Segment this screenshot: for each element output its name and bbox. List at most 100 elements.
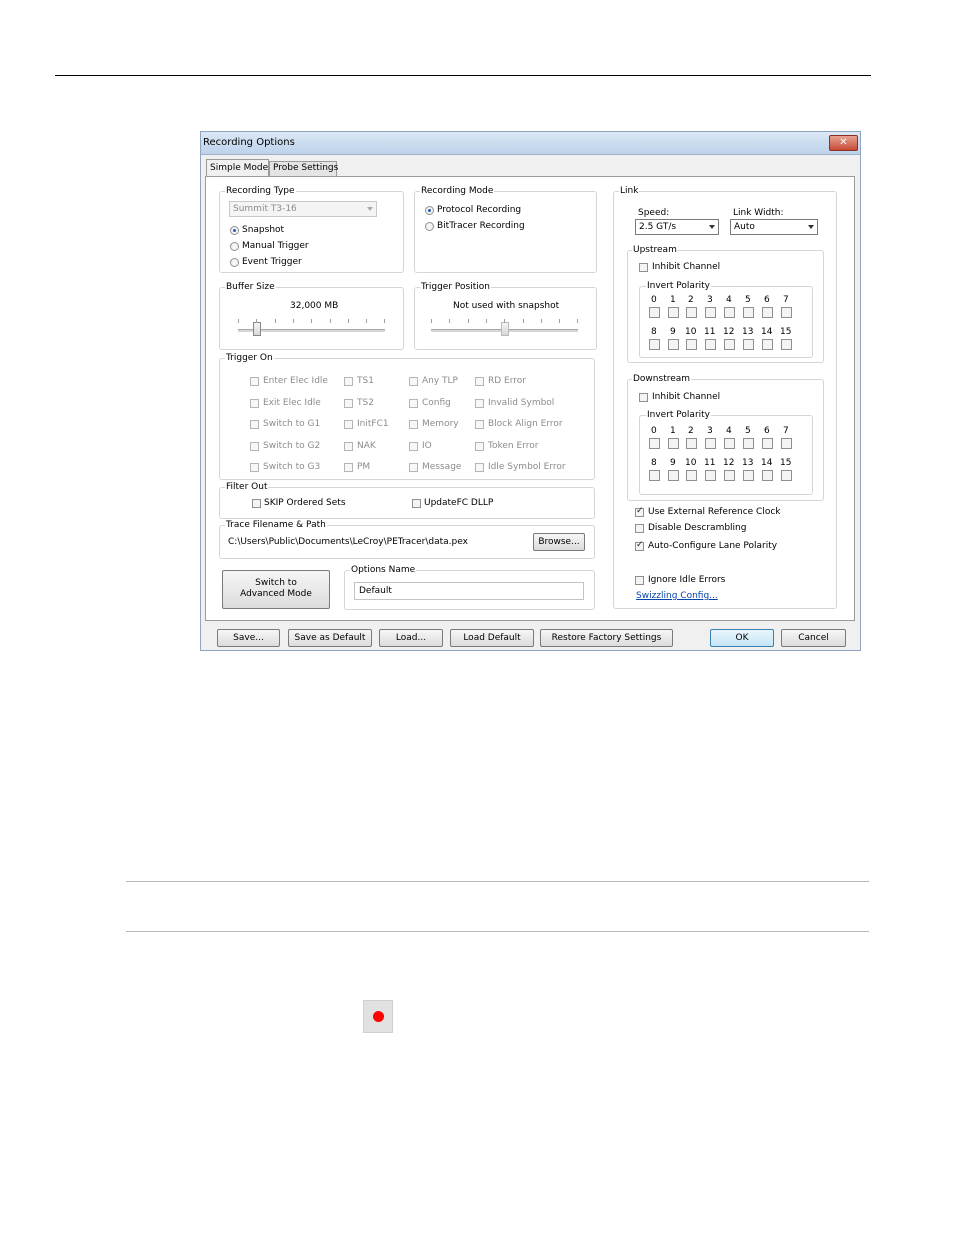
upstream-lane-1-checkbox[interactable] <box>668 307 679 318</box>
invalid-symbol-label: Invalid Symbol <box>488 397 555 408</box>
downstream-lane-11-checkbox[interactable] <box>705 470 716 481</box>
switch-to-g1-checkbox[interactable] <box>250 420 259 430</box>
save-as-default-button[interactable]: Save as Default <box>288 629 372 647</box>
switch-to-g3-checkbox[interactable] <box>250 463 259 473</box>
page-rule-1 <box>126 881 869 882</box>
upstream-lane-9-checkbox[interactable] <box>668 339 679 350</box>
upstream-lane-10-checkbox[interactable] <box>686 339 697 350</box>
downstream-lane-5-checkbox[interactable] <box>743 438 754 449</box>
upstream-lane-5-checkbox[interactable] <box>743 307 754 318</box>
downstream-lane-0-checkbox[interactable] <box>649 438 660 449</box>
swizzling-config-link[interactable]: Swizzling Config... <box>636 591 718 601</box>
downstream-lane-4-checkbox[interactable] <box>724 438 735 449</box>
downstream-lane-12-checkbox[interactable] <box>724 470 735 481</box>
upstream-lane-15-checkbox[interactable] <box>781 339 792 350</box>
snapshot-radio[interactable] <box>230 226 239 235</box>
downstream-lane-10-checkbox[interactable] <box>686 470 697 481</box>
buffer-size-tick <box>347 319 349 323</box>
upstream-lane-0-checkbox[interactable] <box>649 307 660 318</box>
restore-factory-settings-button[interactable]: Restore Factory Settings <box>540 629 673 647</box>
upstream-lane-11-label: 11 <box>704 327 716 337</box>
any-tlp-checkbox[interactable] <box>409 377 418 386</box>
auto-configure-polarity-checkbox[interactable] <box>635 540 644 551</box>
ts2-checkbox[interactable] <box>344 398 353 408</box>
upstream-lane-0-label: 0 <box>651 295 657 305</box>
save-button[interactable]: Save... <box>217 629 280 647</box>
pm-checkbox[interactable] <box>344 463 353 473</box>
tab-simple-mode[interactable]: Simple Mode <box>206 159 269 176</box>
ok-button[interactable]: OK <box>710 629 774 647</box>
recording-options-dialog: Recording Options ✕ Simple Mode Probe Se… <box>200 131 861 651</box>
upstream-lane-12-checkbox[interactable] <box>724 339 735 350</box>
memory-label: Memory <box>422 419 459 430</box>
speed-select[interactable]: 2.5 GT/s <box>635 219 719 235</box>
enter-elec-idle-checkbox[interactable] <box>250 377 259 386</box>
link-width-select[interactable]: Auto <box>730 219 818 235</box>
downstream-lane-14-checkbox[interactable] <box>762 470 773 481</box>
block-align-error-checkbox[interactable] <box>475 420 484 430</box>
initfc1-checkbox[interactable] <box>344 420 353 430</box>
ts1-checkbox[interactable] <box>344 377 353 386</box>
buffer-size-slider[interactable] <box>253 322 262 336</box>
load-button[interactable]: Load... <box>379 629 443 647</box>
use-external-clock-checkbox[interactable] <box>635 506 644 517</box>
config-checkbox[interactable] <box>409 398 418 408</box>
upstream-lane-4-checkbox[interactable] <box>724 307 735 318</box>
close-button[interactable]: ✕ <box>829 135 858 151</box>
downstream-lane-3-checkbox[interactable] <box>705 438 716 449</box>
ts2-label: TS2 <box>357 397 374 408</box>
io-checkbox[interactable] <box>409 441 418 451</box>
upstream-lane-14-checkbox[interactable] <box>762 339 773 350</box>
manual-trigger-radio[interactable] <box>230 242 239 251</box>
any-tlp-label: Any TLP <box>422 376 458 386</box>
protocol-recording-radio[interactable] <box>425 206 434 215</box>
nak-checkbox[interactable] <box>344 441 353 451</box>
event-trigger-radio[interactable] <box>230 258 239 267</box>
manual-trigger-label: Manual Trigger <box>242 241 309 251</box>
downstream-lane-14-label: 14 <box>761 458 773 468</box>
exit-elec-idle-checkbox[interactable] <box>250 398 259 408</box>
upstream-lane-13-checkbox[interactable] <box>743 339 754 350</box>
downstream-lane-7-checkbox[interactable] <box>781 438 792 449</box>
memory-checkbox[interactable] <box>409 420 418 430</box>
trigger-on-label: Trigger On <box>225 353 274 363</box>
ignore-idle-errors-checkbox[interactable] <box>635 576 644 585</box>
cancel-button[interactable]: Cancel <box>781 629 846 647</box>
upstream-lane-3-checkbox[interactable] <box>705 307 716 318</box>
idle-symbol-error-checkbox[interactable] <box>475 463 484 473</box>
load-default-button[interactable]: Load Default <box>450 629 534 647</box>
downstream-lane-6-checkbox[interactable] <box>762 438 773 449</box>
upstream-lane-4-label: 4 <box>726 295 732 305</box>
options-name-input[interactable]: Default <box>354 582 584 600</box>
skip-ordered-sets-checkbox[interactable] <box>252 499 261 508</box>
downstream-lane-9-checkbox[interactable] <box>668 470 679 481</box>
browse-button[interactable]: Browse... <box>533 533 585 551</box>
downstream-group: Downstream Inhibit Channel Invert Polari… <box>627 374 824 501</box>
switch-to-g2-checkbox[interactable] <box>250 441 259 451</box>
disable-descrambling-checkbox[interactable] <box>635 524 644 533</box>
downstream-lane-13-checkbox[interactable] <box>743 470 754 481</box>
upstream-lane-8-checkbox[interactable] <box>649 339 660 350</box>
upstream-lane-2-checkbox[interactable] <box>686 307 697 318</box>
token-error-checkbox[interactable] <box>475 441 484 451</box>
trigger-position-tick <box>449 319 451 323</box>
downstream-lane-8-checkbox[interactable] <box>649 470 660 481</box>
buffer-size-tick <box>256 319 258 323</box>
message-checkbox[interactable] <box>409 463 418 473</box>
bittracer-recording-radio[interactable] <box>425 222 434 231</box>
invalid-symbol-checkbox[interactable] <box>475 398 484 408</box>
rd-error-checkbox[interactable] <box>475 377 484 386</box>
downstream-lane-2-checkbox[interactable] <box>686 438 697 449</box>
downstream-lane-15-checkbox[interactable] <box>781 470 792 481</box>
downstream-lane-1-checkbox[interactable] <box>668 438 679 449</box>
tab-probe-settings[interactable]: Probe Settings <box>269 161 338 176</box>
downstream-inhibit-checkbox[interactable] <box>639 393 648 402</box>
updatefc-dllp-checkbox[interactable] <box>412 499 421 508</box>
upstream-lane-6-checkbox[interactable] <box>762 307 773 318</box>
switch-advanced-mode-button[interactable]: Switch to Advanced Mode <box>222 570 330 609</box>
upstream-lane-7-checkbox[interactable] <box>781 307 792 318</box>
upstream-lane-11-checkbox[interactable] <box>705 339 716 350</box>
downstream-lane-6-label: 6 <box>764 426 770 436</box>
upstream-inhibit-checkbox[interactable] <box>639 263 648 272</box>
trace-filename-label: Trace Filename & Path <box>225 520 327 530</box>
